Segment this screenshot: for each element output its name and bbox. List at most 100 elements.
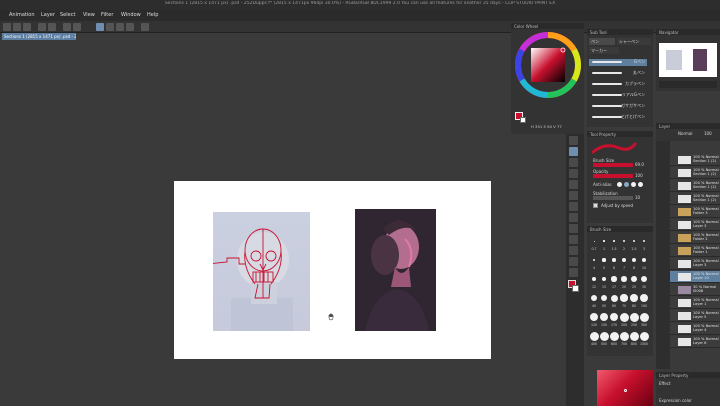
menu-window[interactable]: Window (121, 12, 141, 18)
brush-size-cell[interactable]: 15 (599, 273, 609, 292)
menu-filter[interactable]: Filter (101, 12, 113, 18)
brush-size-cell[interactable]: 20 (619, 273, 629, 292)
layer-row[interactable]: 100 % Normal Layer 4 (670, 323, 720, 335)
brush-size-cell[interactable]: 100 (639, 292, 649, 311)
brush-size-cell[interactable]: 1.5 (609, 235, 619, 254)
text-icon[interactable] (569, 257, 578, 266)
brush-size-cell[interactable]: 300 (639, 311, 649, 330)
brush-item[interactable]: カブラペン (589, 81, 647, 88)
brush-size-cell[interactable]: 0.7 (589, 235, 599, 254)
subtool-tab-marker[interactable]: マーカー (589, 47, 619, 54)
adjust-speed-checkbox[interactable] (593, 203, 598, 208)
color-set-panel[interactable] (597, 370, 653, 406)
brush-item[interactable]: リアルGペン (589, 92, 647, 99)
move-icon[interactable] (569, 136, 578, 145)
menu-layer[interactable]: Layer (41, 12, 55, 18)
save-icon[interactable] (23, 23, 31, 31)
undo-icon[interactable] (38, 23, 46, 31)
brush-size-cell[interactable]: 2.5 (629, 235, 639, 254)
brush-size-cell[interactable]: 50 (599, 292, 609, 311)
brush-size-cell[interactable]: 12 (589, 273, 599, 292)
brush-size-cell[interactable]: 400 (589, 330, 599, 349)
brush-size-cell[interactable]: 250 (629, 311, 639, 330)
brush-size-cell[interactable]: 30 (639, 273, 649, 292)
brush-size-cell[interactable]: 200 (619, 311, 629, 330)
figure-icon[interactable] (569, 246, 578, 255)
layer-row[interactable]: 30 % Normal IS008 (670, 284, 720, 296)
sub-color-swatch[interactable] (520, 117, 526, 123)
brush-size-cell[interactable]: 700 (619, 330, 629, 349)
menu-animation[interactable]: Animation (9, 12, 35, 18)
select-icon[interactable] (569, 158, 578, 167)
navigator-preview[interactable] (659, 43, 717, 77)
layer-row[interactable]: 100 % Normal Layer 3 (670, 219, 720, 231)
zoom-slider[interactable] (659, 81, 717, 88)
stabilization-slider[interactable] (593, 196, 633, 200)
subtool-tab-pencil[interactable]: シャーペン (617, 38, 651, 45)
brush-size-cell[interactable]: 600 (609, 330, 619, 349)
gradient-icon[interactable] (569, 235, 578, 244)
ruler-icon[interactable] (106, 23, 114, 31)
document-tab[interactable]: Sections 1 (2815 x 1471 px) .psd - 252Du… (2, 33, 76, 40)
brush-size-cell[interactable]: 800 (629, 330, 639, 349)
brush-item[interactable]: 丸ペン (589, 70, 647, 77)
layer-row[interactable]: 100 % Normal Section 1 (2) (670, 193, 720, 205)
layer-row[interactable]: 100 % Normal Layer 3 (670, 258, 720, 270)
layer-row[interactable]: 100 % Normal Layer 6 (670, 336, 720, 348)
brush-item[interactable]: とげとげペン (589, 114, 647, 121)
new-icon[interactable] (3, 23, 11, 31)
brush-size-slider[interactable] (593, 163, 633, 167)
layer-row[interactable]: 100 % Normal Layer 1 (670, 297, 720, 309)
brush-size-cell[interactable]: 1000 (639, 330, 649, 349)
grid-icon[interactable] (126, 23, 134, 31)
blend-icon[interactable] (569, 213, 578, 222)
sub-color-chip[interactable] (572, 285, 579, 292)
opacity-slider[interactable] (593, 174, 633, 178)
brush-size-cell[interactable]: 120 (589, 311, 599, 330)
eyedropper-icon[interactable] (569, 169, 578, 178)
brush-size-cell[interactable]: 6 (609, 254, 619, 273)
layer-row[interactable]: 100 % Normal Section 1 (2) (670, 154, 720, 166)
brush-size-cell[interactable]: 17 (609, 273, 619, 292)
pen-icon[interactable] (569, 180, 578, 189)
perspective-icon[interactable] (116, 23, 124, 31)
brush-size-cell[interactable]: 60 (609, 292, 619, 311)
menu-select[interactable]: Select (60, 12, 75, 18)
redo-icon[interactable] (48, 23, 56, 31)
eraser-icon[interactable] (569, 202, 578, 211)
antialias-options[interactable] (617, 181, 643, 188)
layer-row[interactable]: 100 % Normal Section 1 (2) (670, 167, 720, 179)
brush-size-cell[interactable]: 500 (599, 330, 609, 349)
brush-size-cell[interactable]: 40 (589, 292, 599, 311)
layer-row[interactable]: 100 % Normal Layer 5 (670, 310, 720, 322)
layer-row-selected[interactable]: 100 % Normal Layer 10 (670, 271, 720, 283)
brush-size-cell[interactable]: 170 (609, 311, 619, 330)
brush-item[interactable]: ガサガサペン (589, 103, 647, 110)
brush-size-cell[interactable]: 25 (629, 273, 639, 292)
layer-row[interactable]: 100 % Normal Folder 2 (670, 232, 720, 244)
color-wheel[interactable] (514, 31, 582, 99)
menu-help[interactable]: Help (147, 12, 158, 18)
brush-item[interactable]: Gペン (589, 59, 647, 66)
brush-size-cell[interactable]: 8 (629, 254, 639, 273)
layer-row[interactable]: 100 % Normal Folder 1 (670, 245, 720, 257)
brush-size-cell[interactable]: 1 (599, 235, 609, 254)
brush-size-grid[interactable]: 0.7 1 1.5 2 2.5 3 4 5 6 7 8 10 12 15 17 20 25 30 40 50 60 70 8… (589, 235, 651, 355)
brush-size-cell[interactable]: 7 (619, 254, 629, 273)
brush-size-cell[interactable]: 10 (639, 254, 649, 273)
zoom-icon[interactable] (569, 147, 578, 156)
brush-size-cell[interactable]: 3 (639, 235, 649, 254)
brush-size-cell[interactable]: 5 (599, 254, 609, 273)
blend-mode[interactable]: Normal (678, 131, 692, 136)
brush-size-cell[interactable]: 4 (589, 254, 599, 273)
clear-icon[interactable] (63, 23, 71, 31)
help-icon[interactable] (141, 23, 149, 31)
layer-opacity[interactable]: 100 (704, 131, 712, 136)
menu-view[interactable]: View (83, 12, 95, 18)
brush-size-cell[interactable]: 80 (629, 292, 639, 311)
layer-row[interactable]: 100 % Normal Section 1 (2) (670, 180, 720, 192)
open-icon[interactable] (13, 23, 21, 31)
balloon-icon[interactable] (569, 268, 578, 277)
snap-icon[interactable] (96, 23, 104, 31)
brush-size-cell[interactable]: 70 (619, 292, 629, 311)
